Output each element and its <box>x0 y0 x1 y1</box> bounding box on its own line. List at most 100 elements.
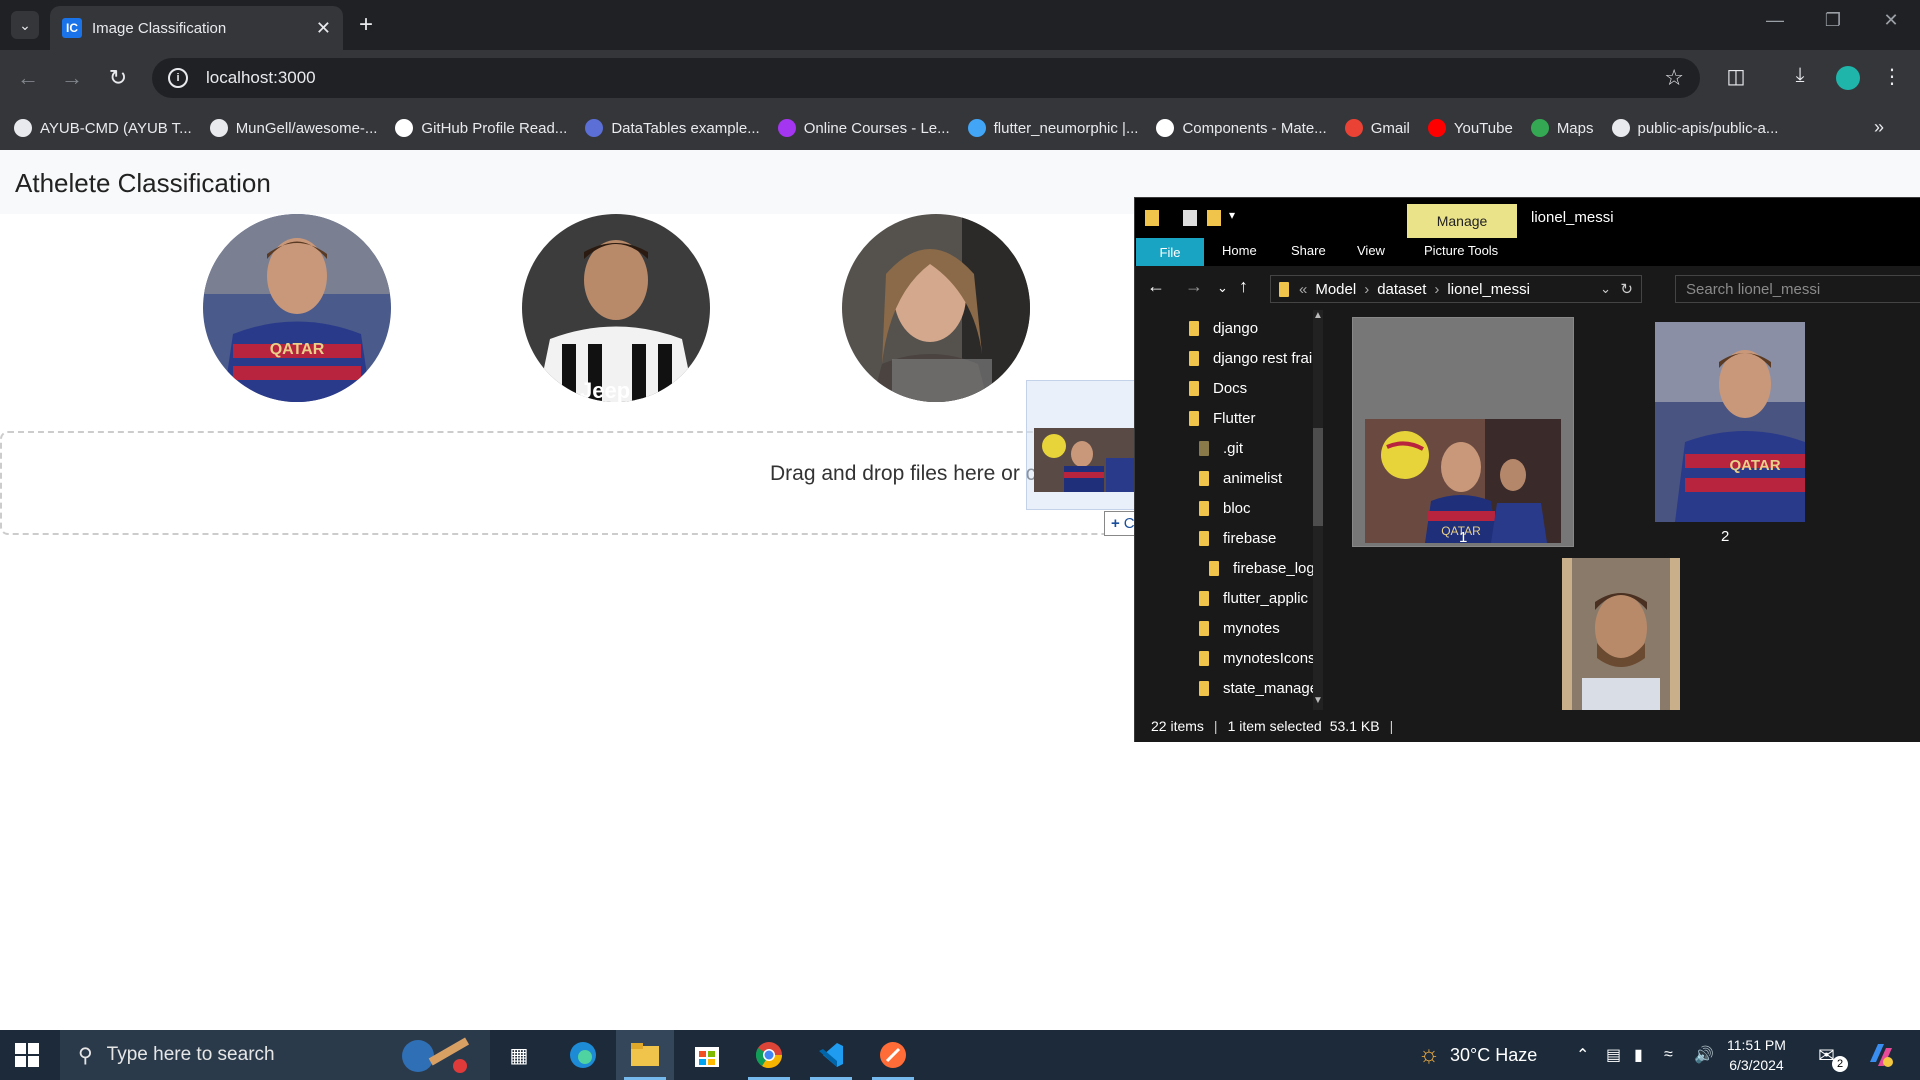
bookmark-label: public-apis/public-a... <box>1637 119 1779 137</box>
tree-folder-item[interactable]: firebase_log <box>1209 560 1315 577</box>
vscode-icon[interactable] <box>802 1030 860 1080</box>
address-bar[interactable]: i localhost:3000 ☆ <box>152 58 1700 98</box>
edge-icon[interactable] <box>554 1030 612 1080</box>
extensions-icon[interactable]: ◫ <box>1722 64 1750 89</box>
ribbon-tab-share[interactable]: Share <box>1291 243 1326 258</box>
address-overflow-icon[interactable]: « <box>1299 281 1307 298</box>
notifications-icon[interactable]: ✉ 2 <box>1818 1030 1848 1080</box>
file-name-1[interactable]: 1 <box>1459 529 1467 546</box>
scroll-down-icon[interactable]: ▼ <box>1313 695 1323 706</box>
bookmark-item[interactable]: flutter_neumorphic |... <box>967 119 1138 137</box>
bookmark-item[interactable]: Online Courses - Le... <box>777 119 950 137</box>
profile-avatar[interactable] <box>1836 66 1860 90</box>
tab-close-icon[interactable]: ✕ <box>316 18 331 39</box>
bookmark-item[interactable]: Components - Mate... <box>1156 119 1327 137</box>
taskbar-clock[interactable]: 11:51 PM 6/3/2024 <box>1727 1035 1786 1075</box>
back-icon[interactable]: ← <box>14 64 42 92</box>
bookmarks-overflow-icon[interactable]: » <box>1874 117 1884 138</box>
new-tab-icon[interactable]: + <box>352 11 380 39</box>
bookmark-label: Maps <box>1556 119 1594 137</box>
explorer-back-icon[interactable]: ← <box>1147 276 1165 297</box>
weather-widget[interactable]: ☼ 30°C Haze <box>1418 1030 1537 1080</box>
explorer-address-bar[interactable]: « Model › dataset › lionel_messi ⌄ ↻ <box>1270 275 1642 303</box>
ribbon-tab-file[interactable]: File <box>1136 238 1204 266</box>
bookmark-item[interactable]: AYUB-CMD (AYUB T... <box>14 119 192 137</box>
file-thumbnail-2[interactable]: QATAR <box>1655 322 1805 522</box>
tree-folder-label: state_manage <box>1223 680 1319 697</box>
browser-tab[interactable]: IC Image Classification ✕ <box>50 6 343 50</box>
cricket-doodle-icon[interactable] <box>398 1036 474 1076</box>
bookmark-item[interactable]: YouTube <box>1427 119 1513 137</box>
breadcrumb-dataset[interactable]: dataset <box>1377 281 1426 298</box>
tree-folder-item[interactable]: flutter_applic <box>1199 590 1308 607</box>
bookmark-item[interactable]: public-apis/public-a... <box>1611 119 1779 137</box>
tree-folder-item[interactable]: .git <box>1199 440 1243 457</box>
bookmark-item[interactable]: MunGell/awesome-... <box>209 119 378 137</box>
ribbon-tab-picture-tools[interactable]: Picture Tools <box>1424 243 1498 258</box>
quick-access-dropdown-icon[interactable]: ▾ <box>1229 208 1235 222</box>
battery-icon[interactable]: ▮ <box>1634 1030 1643 1080</box>
tree-folder-item[interactable]: Flutter <box>1189 410 1256 427</box>
ribbon-tab-view[interactable]: View <box>1357 243 1385 258</box>
forward-icon[interactable]: → <box>58 64 86 92</box>
address-dropdown-icon[interactable]: ⌄ <box>1600 281 1611 297</box>
minimize-icon[interactable]: — <box>1752 10 1798 31</box>
file-item-selected[interactable]: QATAR 1 <box>1352 317 1574 547</box>
tree-folder-item[interactable]: django rest frai <box>1189 350 1312 367</box>
tree-folder-item[interactable]: django <box>1189 320 1258 337</box>
url-text[interactable]: localhost:3000 <box>206 68 316 88</box>
bookmark-item[interactable]: GitHub Profile Read... <box>395 119 567 137</box>
breadcrumb-lionel-messi[interactable]: lionel_messi <box>1447 281 1530 298</box>
tree-folder-label: .git <box>1223 440 1244 457</box>
site-info-icon[interactable]: i <box>168 68 188 88</box>
explorer-search-input[interactable]: Search lionel_messi <box>1675 275 1920 303</box>
recent-locations-icon[interactable]: ⌄ <box>1217 280 1228 296</box>
bookmark-star-icon[interactable]: ☆ <box>1664 65 1684 91</box>
scroll-up-icon[interactable]: ▲ <box>1313 310 1323 321</box>
tree-folder-item[interactable]: state_manage <box>1199 680 1318 697</box>
bookmark-label: MunGell/awesome-... <box>235 119 378 137</box>
tree-folder-item[interactable]: firebase <box>1199 530 1276 547</box>
file-name-2[interactable]: 2 <box>1721 528 1729 545</box>
new-folder-icon[interactable] <box>1207 210 1221 226</box>
windows-start-icon[interactable] <box>15 1043 39 1067</box>
wifi-icon[interactable]: ≈ <box>1664 1030 1673 1080</box>
explorer-forward-icon[interactable]: → <box>1185 276 1203 297</box>
bookmark-item[interactable]: Gmail <box>1344 119 1410 137</box>
tree-scrollbar[interactable]: ▲ ▼ <box>1313 310 1323 710</box>
postman-icon[interactable] <box>864 1030 922 1080</box>
tree-folder-item[interactable]: mynotesIcons <box>1199 650 1316 667</box>
volume-icon[interactable]: 🔊 <box>1694 1030 1714 1080</box>
properties-icon[interactable] <box>1183 210 1197 226</box>
file-explorer-taskbar-icon[interactable] <box>616 1030 674 1080</box>
close-window-icon[interactable]: ✕ <box>1868 10 1914 31</box>
file-thumbnail-3[interactable] <box>1562 558 1680 710</box>
task-view-icon[interactable]: ▦ <box>490 1030 548 1080</box>
reload-icon[interactable]: ↻ <box>104 64 132 92</box>
tree-scrollbar-thumb[interactable] <box>1313 428 1323 526</box>
tree-folder-item[interactable]: bloc <box>1199 500 1251 517</box>
ribbon-manage-tab[interactable]: Manage <box>1407 204 1517 238</box>
chrome-icon[interactable] <box>740 1030 798 1080</box>
bookmark-item[interactable]: Maps <box>1530 119 1594 137</box>
microsoft-store-icon[interactable] <box>678 1030 736 1080</box>
github-icon <box>14 119 32 137</box>
tree-folder-item[interactable]: Docs <box>1189 380 1247 397</box>
copilot-icon[interactable] <box>1866 1030 1896 1080</box>
restore-icon[interactable]: ❐ <box>1810 10 1856 31</box>
tree-folder-item[interactable]: animelist <box>1199 470 1282 487</box>
tree-folder-label: mynotesIcons <box>1223 650 1316 667</box>
download-icon[interactable]: ⤓ <box>1786 64 1814 87</box>
tree-folder-item[interactable]: mynotes <box>1199 620 1280 637</box>
meet-now-icon[interactable]: ▤ <box>1606 1030 1621 1080</box>
refresh-icon[interactable]: ↻ <box>1620 280 1633 298</box>
up-folder-icon[interactable]: ↑ <box>1239 276 1248 297</box>
bookmark-item[interactable]: DataTables example... <box>585 119 760 137</box>
taskbar-search-input[interactable]: ⚲ Type here to search <box>60 1030 490 1080</box>
bookmark-label: YouTube <box>1453 119 1513 137</box>
breadcrumb-model[interactable]: Model <box>1315 281 1356 298</box>
menu-kebab-icon[interactable]: ⋮ <box>1878 64 1906 89</box>
ribbon-tab-home[interactable]: Home <box>1222 243 1257 258</box>
show-hidden-icons[interactable]: ⌃ <box>1576 1030 1589 1080</box>
tab-search-chevron-icon[interactable]: ⌄ <box>11 11 39 39</box>
